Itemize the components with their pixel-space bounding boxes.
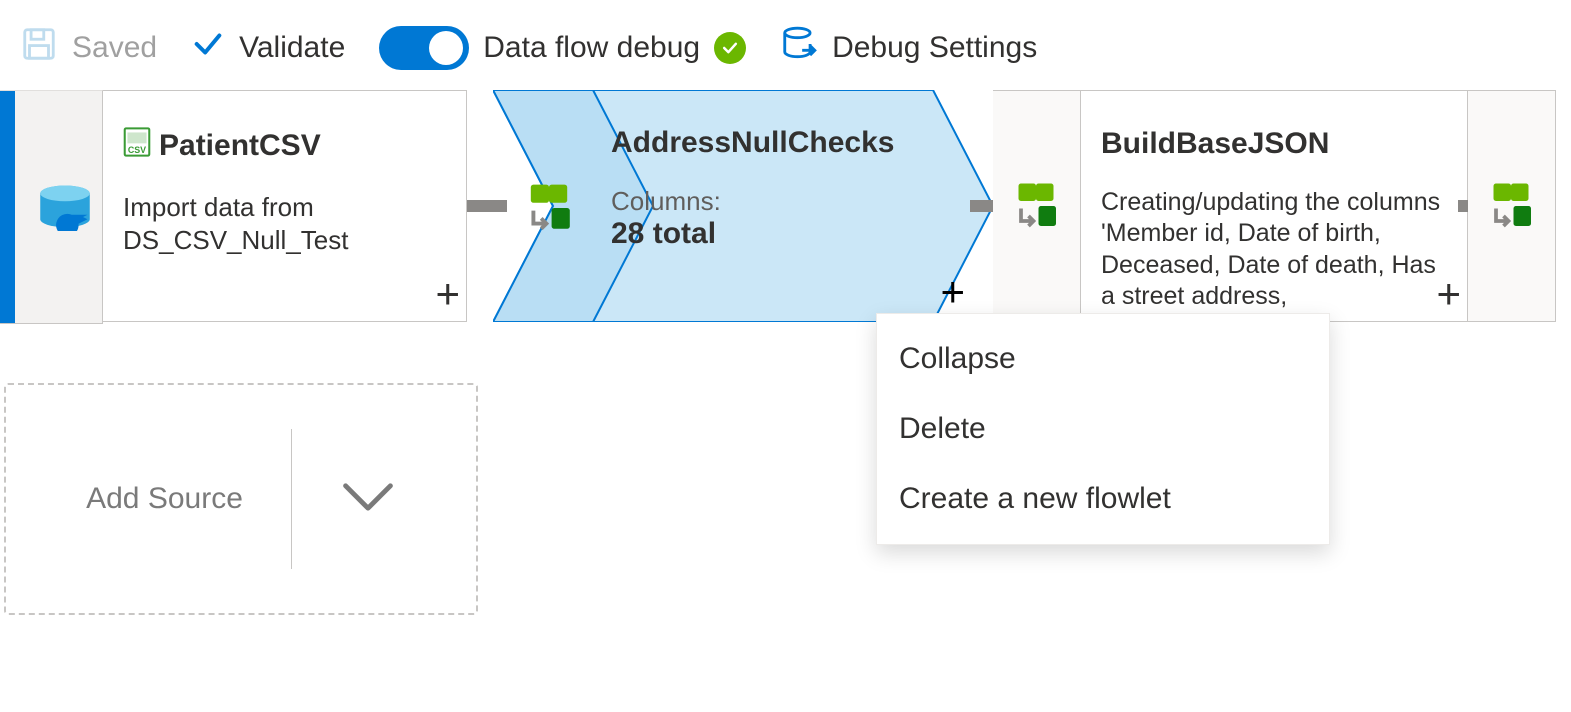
add-source-label: Add Source (86, 482, 243, 516)
database-arrow-icon (780, 25, 818, 71)
source-accent (0, 91, 15, 323)
transform-slot-3[interactable] (1468, 90, 1556, 322)
validate-label: Validate (239, 31, 345, 65)
toggle-knob (429, 31, 463, 65)
source-handle[interactable] (0, 90, 103, 324)
add-after-patientcsv[interactable]: + (435, 273, 460, 315)
source-database-icon (38, 185, 92, 231)
ctx-collapse[interactable]: Collapse (877, 324, 1329, 394)
node-patientcsv-title: PatientCSV (159, 129, 321, 163)
node-addressnullchecks-title: AddressNullChecks (611, 126, 894, 160)
derived-column-icon (1011, 181, 1061, 231)
columns-label: Columns: (611, 186, 933, 217)
add-after-addressnullchecks[interactable]: + (940, 268, 965, 316)
debug-settings-button[interactable]: Debug Settings (780, 25, 1037, 71)
debug-toggle-group: Data flow debug (379, 26, 746, 70)
derived-column-icon (523, 182, 575, 234)
dataflow-canvas[interactable]: CSV PatientCSV Import data from DS_CSV_N… (0, 90, 1571, 712)
status-ok-icon (714, 32, 746, 64)
node-buildbasejson[interactable]: BuildBaseJSON Creating/updating the colu… (1081, 90, 1468, 322)
ctx-new-flowlet[interactable]: Create a new flowlet (877, 464, 1329, 534)
save-icon (20, 25, 58, 71)
ctx-delete[interactable]: Delete (877, 394, 1329, 464)
saved-label: Saved (72, 31, 157, 65)
node-patientcsv-desc: Import data from DS_CSV_Null_Test (123, 191, 442, 256)
saved-indicator: Saved (20, 25, 157, 71)
derived-column-icon (1486, 181, 1536, 231)
add-source-placeholder[interactable]: Add Source (4, 383, 478, 615)
svg-text:CSV: CSV (128, 145, 146, 155)
node-addressnullchecks[interactable]: AddressNullChecks Columns: 28 total + (493, 90, 993, 322)
debug-settings-label: Debug Settings (832, 31, 1037, 65)
check-icon (191, 27, 225, 69)
debug-label: Data flow debug (483, 31, 700, 65)
transform-slot-2[interactable] (993, 90, 1081, 322)
top-toolbar: Saved Validate Data flow debug Debug Set… (20, 18, 1037, 78)
csv-file-icon: CSV (123, 127, 151, 165)
context-menu: Collapse Delete Create a new flowlet (876, 313, 1330, 545)
divider (291, 429, 292, 569)
columns-total: 28 total (611, 217, 933, 251)
chevron-down-icon[interactable] (340, 477, 396, 522)
node-buildbasejson-desc: Creating/updating the columns 'Member id… (1101, 187, 1453, 312)
node-buildbasejson-title: BuildBaseJSON (1101, 127, 1329, 161)
add-after-buildbasejson[interactable]: + (1436, 273, 1461, 315)
debug-toggle[interactable] (379, 26, 469, 70)
validate-button[interactable]: Validate (191, 27, 345, 69)
node-patientcsv[interactable]: CSV PatientCSV Import data from DS_CSV_N… (103, 90, 467, 322)
